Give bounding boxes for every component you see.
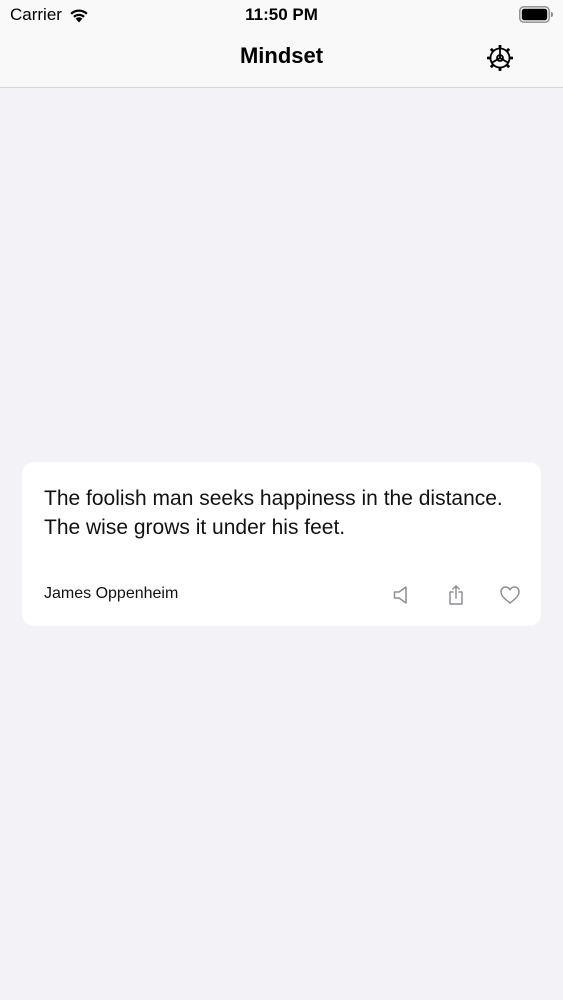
- quote-author: James Oppenheim: [44, 585, 179, 602]
- page-title: Mindset: [239, 43, 324, 68]
- navigation-bar: Mindset: [0, 30, 563, 88]
- status-bar: Carrier 11:50 PM: [0, 0, 563, 30]
- status-time: 11:50 PM: [245, 5, 318, 24]
- settings-button[interactable]: [485, 43, 515, 73]
- speak-button[interactable]: [389, 582, 415, 608]
- app-screen: Carrier 11:50 PM Mindset The foolish man…: [0, 0, 563, 1000]
- heart-icon: [500, 586, 520, 604]
- gear-icon: [487, 45, 513, 71]
- share-icon: [449, 585, 463, 605]
- quote-card: The foolish man seeks happiness in the d…: [22, 462, 541, 626]
- battery-full-icon: [519, 6, 553, 23]
- share-button[interactable]: [443, 582, 469, 608]
- like-button[interactable]: [497, 582, 523, 608]
- speaker-icon: [393, 586, 407, 604]
- quote-text: The foolish man seeks happiness in the d…: [44, 487, 503, 539]
